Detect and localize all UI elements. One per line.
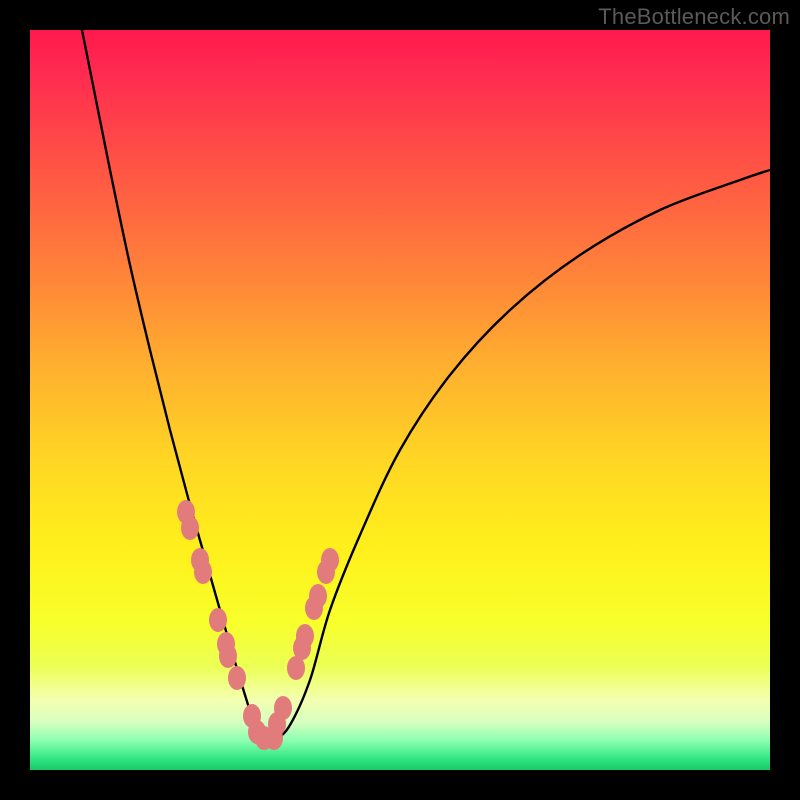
watermark-text: TheBottleneck.com (598, 4, 790, 30)
marker-point (209, 608, 227, 632)
outer-frame: TheBottleneck.com (0, 0, 800, 800)
bottleneck-curve (70, 30, 770, 742)
plot-area (30, 30, 770, 770)
marker-point (317, 560, 335, 584)
marker-point (287, 656, 305, 680)
marker-point (181, 516, 199, 540)
marker-point (305, 596, 323, 620)
curve-layer (30, 30, 770, 770)
marker-point (268, 712, 286, 736)
marker-point (194, 560, 212, 584)
marker-point (219, 644, 237, 668)
marker-group (177, 500, 339, 750)
marker-point (228, 666, 246, 690)
